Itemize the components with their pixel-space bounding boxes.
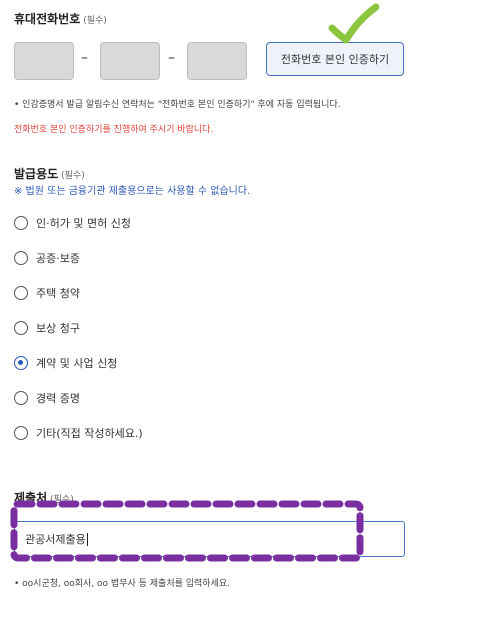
purpose-label: 발급용도 xyxy=(14,167,59,181)
purpose-required: (필수) xyxy=(61,171,85,181)
purpose-option[interactable]: 인·허가 및 면허 신청 xyxy=(14,214,131,232)
phone-label: 휴대전화번호 xyxy=(14,12,81,26)
purpose-sub-note: ※ 법원 또는 금융기관 제출용으로는 사용할 수 없습니다. xyxy=(14,186,251,197)
phone-label-row: 휴대전화번호 (필수) xyxy=(14,10,107,27)
purpose-option[interactable]: 기타(직접 작성하세요.) xyxy=(14,424,143,442)
annotation-highlight-icon xyxy=(10,500,364,562)
check-mark-icon xyxy=(328,3,380,44)
radio-button-selected[interactable] xyxy=(14,356,28,370)
purpose-option-label: 공증·보증 xyxy=(36,252,80,265)
purpose-option[interactable]: 계약 및 사업 신청 xyxy=(14,354,117,372)
radio-button[interactable] xyxy=(14,216,28,230)
radio-button[interactable] xyxy=(14,426,28,440)
purpose-option-label: 기타(직접 작성하세요.) xyxy=(36,427,143,440)
purpose-option-label: 경력 증명 xyxy=(36,392,80,405)
purpose-option-label: 보상 청구 xyxy=(36,322,80,335)
phone-separator-1: – xyxy=(81,50,88,66)
purpose-option[interactable]: 경력 증명 xyxy=(14,389,80,407)
submit-to-note: • oo시군청, oo회사, oo 법무사 등 제출처를 입력하세요. xyxy=(14,579,230,589)
phone-warning: 전화번호 본인 인증하기를 진행하여 주시기 바랍니다. xyxy=(14,125,214,135)
purpose-option[interactable]: 주택 청약 xyxy=(14,284,80,302)
radio-button[interactable] xyxy=(14,251,28,265)
radio-button[interactable] xyxy=(14,391,28,405)
purpose-option-label: 계약 및 사업 신청 xyxy=(36,357,118,370)
purpose-option-label: 인·허가 및 면허 신청 xyxy=(36,217,131,230)
radio-button[interactable] xyxy=(14,286,28,300)
phone-separator-2: – xyxy=(168,50,175,66)
phone-part-3-input[interactable] xyxy=(187,42,247,80)
purpose-option[interactable]: 보상 청구 xyxy=(14,319,80,337)
phone-note: • 인감증명서 발급 알림수신 연락처는 "전화번호 본인 인증하기" 후에 자… xyxy=(14,100,341,110)
purpose-option-label: 주택 청약 xyxy=(36,287,80,300)
phone-part-2-input[interactable] xyxy=(100,42,160,80)
purpose-option[interactable]: 공증·보증 xyxy=(14,249,80,267)
purpose-label-row: 발급용도 (필수) xyxy=(14,165,85,182)
phone-part-1-input[interactable] xyxy=(14,42,74,80)
phone-required: (필수) xyxy=(83,16,107,26)
radio-button[interactable] xyxy=(14,321,28,335)
